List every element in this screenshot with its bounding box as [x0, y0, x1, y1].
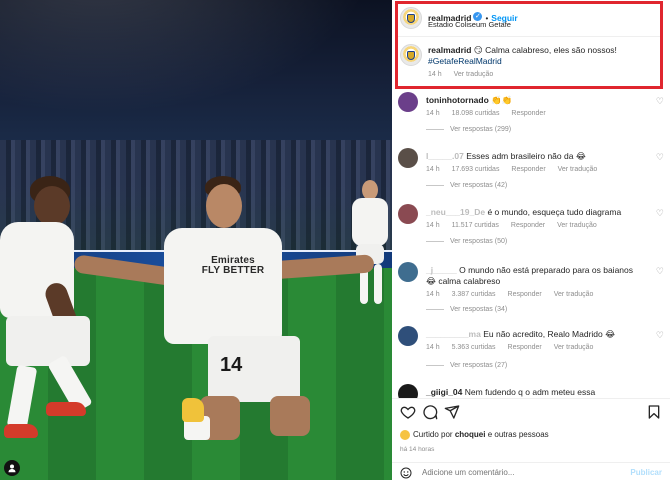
reply-button[interactable]: Responder [508, 344, 542, 351]
caption-meta: 14 h Ver tradução [428, 71, 503, 78]
post-sidebar: realmadrid ✓ • Seguir Estadio Coliseum Geta… [392, 0, 670, 480]
comment-avatar[interactable] [398, 384, 418, 398]
real-madrid-crest-icon [407, 50, 415, 60]
comment-avatar[interactable] [398, 326, 418, 346]
comment-username[interactable]: _j_____ [426, 265, 457, 275]
view-replies-button[interactable]: Ver respostas (50) [426, 238, 507, 245]
comment-bubble-icon[interactable] [422, 404, 438, 420]
comment-input[interactable] [422, 466, 622, 479]
caption-translate-button[interactable]: Ver tradução [454, 71, 494, 78]
like-comment-heart-icon[interactable]: ♡ [656, 330, 664, 341]
comment-text: Esses adm brasileiro não da [466, 151, 574, 161]
highlighted-post-box: realmadrid ✓ • Seguir Estadio Coliseum Geta… [395, 1, 663, 89]
comment-avatar[interactable] [398, 262, 418, 282]
comment-item: toninhotornado 👏👏 14 h 18.098 curtidas R… [398, 92, 664, 144]
publish-button[interactable]: Publicar [630, 468, 662, 477]
comment-translate-button[interactable]: Ver tradução [558, 166, 598, 173]
view-replies-button[interactable]: Ver respostas (34) [426, 306, 507, 313]
comment-text: Eu não acredito, Realo Madrido [483, 329, 603, 339]
like-comment-heart-icon[interactable]: ♡ [656, 152, 664, 163]
jersey-number: 14 [220, 354, 243, 376]
comment-item: _j_____ O mundo não está preparado para … [398, 262, 664, 318]
comment-likes[interactable]: 11.517 curtidas [452, 222, 499, 229]
comment-likes[interactable]: 3.387 curtidas [452, 291, 496, 298]
comment-time: 14 h [426, 110, 440, 117]
comment-avatar[interactable] [398, 148, 418, 168]
caption-username[interactable]: realmadrid [428, 45, 471, 55]
reply-button[interactable]: Responder [511, 166, 545, 173]
caption-emoji-icon: 😏 [473, 45, 483, 55]
comment-translate-button[interactable]: Ver tradução [557, 222, 597, 229]
comment-username[interactable]: _giigi_04 [426, 387, 462, 397]
emoji-smile-icon[interactable] [400, 467, 412, 479]
share-send-icon[interactable] [444, 404, 460, 420]
like-heart-icon[interactable] [400, 404, 416, 420]
comment-time: 14 h [426, 222, 440, 229]
player-main: Emirates FLY BETTER 14 [60, 170, 390, 450]
liked-by-prefix: Curtido por [413, 430, 453, 440]
like-comment-heart-icon[interactable]: ♡ [656, 266, 664, 277]
comment-text: Nem fudendo q o adm meteu essa [464, 387, 596, 397]
comment-username[interactable]: toninhotornado [426, 95, 489, 105]
caption-hashtag[interactable]: #GetafeRealMadrid [428, 56, 502, 66]
liked-by-user[interactable]: choquei [455, 430, 486, 439]
comment-item: l_____.07 Esses adm brasileiro não da 😂 … [398, 148, 664, 200]
comment-subtext: calma calabreso [438, 276, 501, 286]
author-avatar[interactable] [400, 7, 422, 29]
header-divider [398, 36, 660, 37]
liked-by-suffix[interactable]: e outras pessoas [488, 430, 549, 439]
laughing-emoji-icon: 😂 [605, 329, 616, 339]
laughing-emoji-icon: 😂 [426, 276, 436, 286]
comment-translate-button[interactable]: Ver tradução [554, 344, 594, 351]
liked-by: Curtido por choquei e outras pessoas [400, 430, 549, 440]
caption-time: 14 h [428, 71, 442, 78]
actions-divider [392, 398, 670, 399]
reply-button[interactable]: Responder [511, 222, 545, 229]
comment-avatar[interactable] [398, 204, 418, 224]
comment-username[interactable]: l_____.07 [426, 151, 464, 161]
reply-button[interactable]: Responder [511, 110, 545, 117]
comment-avatar[interactable] [398, 92, 418, 112]
comment-likes[interactable]: 18.098 curtidas [452, 110, 500, 117]
comment-likes[interactable]: 17.693 curtidas [452, 166, 500, 173]
caption-text: Calma calabreso, eles são nossos! [485, 45, 617, 55]
comment-item: _________ma Eu não acredito, Realo Madri… [398, 326, 664, 378]
post-photo[interactable]: Emirates FLY BETTER 14 [0, 0, 392, 480]
comment-text: é o mundo, esqueça tudo diagrama [487, 207, 622, 217]
tagged-user-icon[interactable] [4, 460, 20, 476]
comment-translate-button[interactable]: Ver tradução [554, 291, 594, 298]
real-madrid-crest-icon [407, 13, 415, 23]
laughing-emoji-icon: 😂 [575, 151, 586, 161]
reply-button[interactable]: Responder [508, 291, 542, 298]
view-replies-button[interactable]: Ver respostas (42) [426, 182, 507, 189]
comment-item: _neu___19_De é o mundo, esqueça tudo dia… [398, 204, 664, 256]
like-comment-heart-icon[interactable]: ♡ [656, 208, 664, 219]
comment-likes[interactable]: 5.363 curtidas [452, 344, 496, 351]
view-replies-button[interactable]: Ver respostas (299) [426, 126, 511, 133]
comment-username[interactable]: _neu___19_De [426, 207, 485, 217]
view-replies-button[interactable]: Ver respostas (27) [426, 362, 507, 369]
clap-emoji-icon: 👏👏 [491, 95, 513, 105]
caption-avatar[interactable] [400, 44, 422, 66]
comment-time: 14 h [426, 291, 440, 298]
caption: realmadrid 😏 Calma calabreso, eles são n… [428, 45, 656, 67]
save-bookmark-icon[interactable] [646, 404, 662, 420]
comment-time: 14 h [426, 344, 440, 351]
comment-username[interactable]: _________ma [426, 329, 481, 339]
post-actions [398, 404, 664, 422]
comment-text: O mundo não está preparado para os baian… [459, 265, 634, 275]
liker-avatar[interactable] [400, 430, 410, 440]
comment-time: 14 h [426, 166, 440, 173]
post-location[interactable]: Estadio Coliseum Getafe [428, 20, 511, 29]
like-comment-heart-icon[interactable]: ♡ [656, 96, 664, 107]
comment-item: _giigi_04 Nem fudendo q o adm meteu essa [398, 384, 664, 398]
stadium-lights [0, 0, 392, 140]
post-time-ago[interactable]: há 14 horas [400, 446, 434, 453]
add-comment-bar: Publicar [392, 462, 670, 480]
jersey-sponsor: Emirates FLY BETTER [201, 255, 265, 276]
